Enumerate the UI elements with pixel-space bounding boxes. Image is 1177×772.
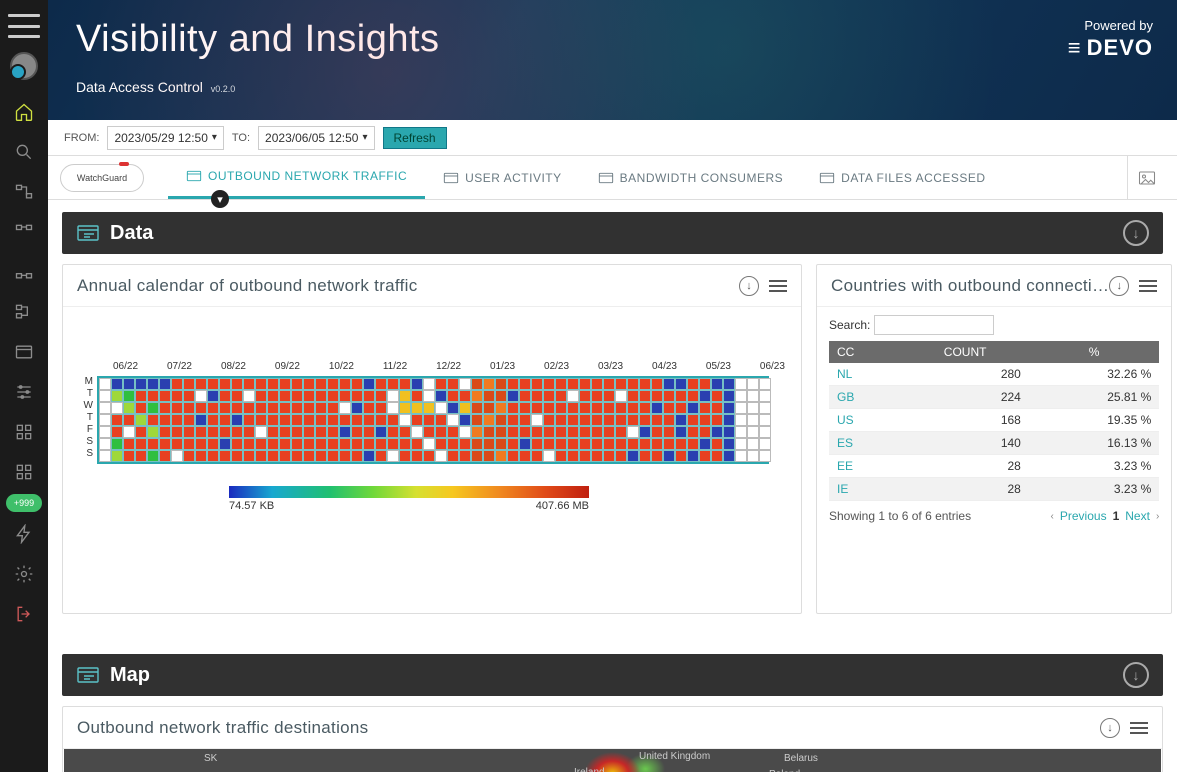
- table-row[interactable]: GB22425.81 %: [829, 386, 1159, 409]
- countries-page-1[interactable]: 1: [1113, 509, 1120, 523]
- map-download-button[interactable]: ↓: [1100, 718, 1120, 738]
- tab-outbound-network-traffic[interactable]: OUTBOUND NETWORK TRAFFIC: [168, 156, 425, 199]
- tab-data-files-accessed[interactable]: DATA FILES ACCESSED: [801, 156, 1003, 199]
- countries-download-button[interactable]: ↓: [1109, 276, 1129, 296]
- calendar-heatmap: [97, 376, 769, 464]
- map-panel-title: Outbound network traffic destinations: [77, 718, 1100, 738]
- tabs-bar: WatchGuard OUTBOUND NETWORK TRAFFIC USER…: [48, 156, 1177, 200]
- map-menu-button[interactable]: [1130, 722, 1148, 734]
- header-banner: Visibility and Insights Data Access Cont…: [48, 0, 1177, 120]
- map-panel: Outbound network traffic destinations ↓ …: [62, 706, 1163, 772]
- flow4-icon[interactable]: [6, 294, 42, 330]
- flow3-icon[interactable]: [6, 254, 42, 290]
- calendar-panel: Annual calendar of outbound network traf…: [62, 264, 802, 614]
- countries-menu-button[interactable]: [1139, 280, 1157, 292]
- map-label-uk: United Kingdom: [639, 751, 710, 762]
- date-range-bar: FROM: 2023/05/29 12:50▾ TO: 2023/06/05 1…: [48, 120, 1177, 156]
- col-count[interactable]: COUNT: [901, 341, 1028, 363]
- calendar-legend: 74.57 KB 407.66 MB: [229, 486, 785, 512]
- powered-by: Powered by DEVO: [1068, 18, 1153, 61]
- map-label-sk: SK: [204, 753, 217, 764]
- table-row[interactable]: EE283.23 %: [829, 455, 1159, 478]
- countries-next-button[interactable]: Next: [1125, 509, 1150, 523]
- grid-icon[interactable]: [6, 414, 42, 450]
- watchguard-logo: WatchGuard: [60, 164, 144, 192]
- home-icon[interactable]: [6, 94, 42, 130]
- countries-panel-title: Countries with outbound connecti…: [831, 276, 1109, 296]
- bolt-icon[interactable]: [6, 516, 42, 552]
- calendar-menu-button[interactable]: [769, 280, 787, 292]
- section-data-header: Data ↓: [62, 212, 1163, 254]
- flow-icon[interactable]: [6, 174, 42, 210]
- calendar-month-labels: 06/2207/2208/2209/2210/2211/2212/2201/23…: [113, 317, 785, 372]
- section-map-header: Map ↓: [62, 654, 1163, 696]
- map-visualization[interactable]: SK Ireland United Kingdom Belarus Poland: [64, 749, 1161, 772]
- col-pct[interactable]: %: [1029, 341, 1159, 363]
- table-row[interactable]: IE283.23 %: [829, 478, 1159, 501]
- table-row[interactable]: NL28032.26 %: [829, 363, 1159, 386]
- countries-search-label: Search:: [829, 318, 870, 332]
- logout-icon[interactable]: [6, 596, 42, 632]
- avatar[interactable]: [10, 52, 38, 80]
- table-row[interactable]: US16819.35 %: [829, 409, 1159, 432]
- notifications-badge[interactable]: +999: [6, 494, 42, 512]
- countries-showing-text: Showing 1 to 6 of 6 entries: [829, 509, 971, 523]
- from-label: FROM:: [64, 132, 99, 144]
- countries-panel: Countries with outbound connecti… ↓ Sear…: [816, 264, 1172, 614]
- calendar-download-button[interactable]: ↓: [739, 276, 759, 296]
- menu-toggle-button[interactable]: [8, 14, 40, 38]
- page-title: Visibility and Insights: [76, 18, 1149, 61]
- calendar-panel-title: Annual calendar of outbound network traf…: [77, 276, 739, 296]
- countries-table: CC COUNT % NL28032.26 %GB22425.81 %US168…: [829, 341, 1159, 501]
- gear-icon[interactable]: [6, 556, 42, 592]
- panel-icon[interactable]: [6, 334, 42, 370]
- flow2-icon[interactable]: [6, 214, 42, 250]
- tab-bandwidth-consumers[interactable]: BANDWIDTH CONSUMERS: [580, 156, 802, 199]
- tab-user-activity[interactable]: USER ACTIVITY: [425, 156, 580, 199]
- countries-prev-button[interactable]: Previous: [1060, 509, 1107, 523]
- map-section-icon: [76, 665, 100, 685]
- grid2-icon[interactable]: [6, 454, 42, 490]
- section-map-collapse-button[interactable]: ↓: [1123, 662, 1149, 688]
- refresh-button[interactable]: Refresh: [383, 127, 447, 149]
- to-date-input[interactable]: 2023/06/05 12:50▾: [258, 126, 374, 150]
- tabs-image-button[interactable]: [1127, 156, 1165, 200]
- col-cc[interactable]: CC: [829, 341, 901, 363]
- tabs-scroll-knob[interactable]: ▾: [211, 190, 229, 208]
- map-label-belarus: Belarus: [784, 753, 818, 764]
- section-data-title: Data: [110, 222, 153, 245]
- left-sidebar: +999: [0, 0, 48, 772]
- calendar-day-labels: MTWTFSS: [79, 376, 93, 464]
- section-data-collapse-button[interactable]: ↓: [1123, 220, 1149, 246]
- map-label-ireland: Ireland: [574, 767, 605, 772]
- section-map-title: Map: [110, 664, 150, 687]
- search-icon[interactable]: [6, 134, 42, 170]
- countries-search-input[interactable]: [874, 315, 994, 335]
- data-section-icon: [76, 223, 100, 243]
- sliders-icon[interactable]: [6, 374, 42, 410]
- from-date-input[interactable]: 2023/05/29 12:50▾: [107, 126, 223, 150]
- to-label: TO:: [232, 132, 250, 144]
- page-subtitle: Data Access Control v0.2.0: [76, 79, 1149, 95]
- table-row[interactable]: ES14016.13 %: [829, 432, 1159, 455]
